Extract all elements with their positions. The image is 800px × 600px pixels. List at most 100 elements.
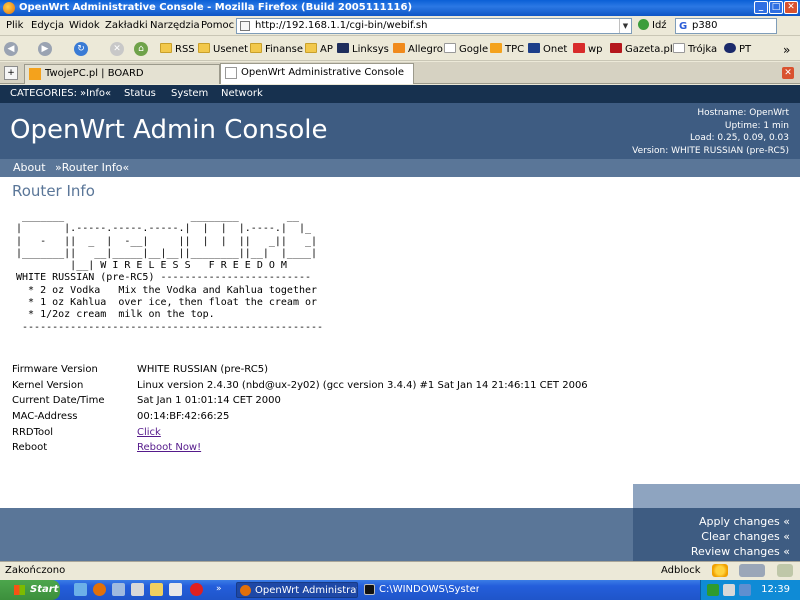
- category-system[interactable]: System: [171, 85, 208, 103]
- tpc-icon: [490, 43, 502, 53]
- tray-monitor-icon[interactable]: [739, 584, 751, 596]
- pt-icon: [724, 43, 736, 53]
- maximize-button[interactable]: □: [769, 1, 783, 14]
- status-text: Zakończono: [5, 565, 66, 576]
- clear-changes-link[interactable]: Clear changes «: [701, 530, 790, 543]
- quicklaunch-stop-icon[interactable]: [190, 583, 203, 596]
- start-label: Start: [30, 584, 59, 595]
- category-status[interactable]: Status: [124, 85, 156, 103]
- window-titlebar[interactable]: OpenWrt Administrative Console - Mozilla…: [0, 0, 800, 16]
- quicklaunch-tool-icon[interactable]: [131, 583, 144, 596]
- go-arrow-icon: [638, 19, 649, 30]
- close-tab-icon[interactable]: ✕: [782, 67, 794, 79]
- bookmark-wp[interactable]: wp: [573, 43, 603, 55]
- weather-sun-icon[interactable]: [712, 564, 728, 577]
- url-bar[interactable]: http://192.168.1.1/cgi-bin/webif.sh ▼: [236, 18, 632, 34]
- tab-label: OpenWrt Administrative Console: [241, 67, 405, 78]
- bookmark-rss[interactable]: RSS: [160, 43, 195, 55]
- bookmark-tpc[interactable]: TPC: [490, 43, 524, 55]
- window-controls: _ □ ✕: [753, 1, 798, 14]
- bookmark-ap[interactable]: AP: [305, 43, 333, 55]
- menu-plik[interactable]: Plik: [6, 20, 23, 31]
- reboot-link[interactable]: Reboot Now!: [137, 442, 201, 453]
- stop-icon[interactable]: ✕: [110, 42, 124, 56]
- bookmarks-overflow-icon[interactable]: »: [783, 43, 790, 57]
- category-info[interactable]: »Info«: [80, 85, 111, 103]
- go-label: Idź: [652, 20, 667, 31]
- window-title: OpenWrt Administrative Console - Mozilla…: [19, 2, 413, 13]
- tab-twojepc[interactable]: TwojePC.pl | BOARD: [24, 64, 220, 84]
- menu-zakladki[interactable]: Zakładki: [105, 20, 148, 31]
- tray-volume-icon[interactable]: [723, 584, 735, 596]
- row-label: Firmware Version: [12, 364, 98, 375]
- bookmark-gogle[interactable]: Gogle: [444, 43, 488, 55]
- openwrt-banner: _______ ________ __ | |.-----.-----.----…: [16, 211, 324, 333]
- uptime: Uptime: 1 min: [724, 120, 789, 131]
- car-icon[interactable]: [739, 564, 765, 577]
- system-tray: 12:39: [700, 580, 800, 600]
- quicklaunch-gear-icon[interactable]: [169, 583, 182, 596]
- go-button[interactable]: Idź: [638, 19, 667, 31]
- forward-icon[interactable]: ▶: [38, 42, 52, 56]
- menu-edycja[interactable]: Edycja: [31, 20, 64, 31]
- rrdtool-link[interactable]: Click: [137, 427, 161, 438]
- actions-panel: Apply changes « Clear changes « Review c…: [633, 484, 800, 561]
- folder-icon: [250, 43, 262, 53]
- subnav-router-info[interactable]: »Router Info«: [55, 159, 129, 177]
- home-icon[interactable]: ⌂: [134, 42, 148, 56]
- task-label: OpenWrt Administrati...: [255, 585, 357, 596]
- apply-changes-link[interactable]: Apply changes «: [699, 515, 790, 528]
- reload-icon[interactable]: ↻: [74, 42, 88, 56]
- bookmark-pt[interactable]: PT: [724, 43, 751, 55]
- bookmark-linksys[interactable]: Linksys: [337, 43, 389, 55]
- page-content: CATEGORIES: »Info« Status System Network…: [0, 85, 800, 561]
- bookmark-onet[interactable]: Onet: [528, 43, 567, 55]
- tab-label: TwojePC.pl | BOARD: [45, 68, 144, 79]
- subnav-about[interactable]: About: [13, 159, 46, 177]
- review-changes-link[interactable]: Review changes «: [691, 545, 790, 558]
- menu-widok[interactable]: Widok: [69, 20, 100, 31]
- quicklaunch-desktop-icon[interactable]: [74, 583, 87, 596]
- task-cmd[interactable]: C:\WINDOWS\System3...: [361, 582, 479, 598]
- onet-icon: [528, 43, 540, 53]
- menu-narzedzia[interactable]: Narzędzia: [150, 20, 200, 31]
- quicklaunch-firefox-icon[interactable]: [93, 583, 106, 596]
- category-network[interactable]: Network: [221, 85, 263, 103]
- tray-network-icon[interactable]: [707, 584, 719, 596]
- new-tab-icon[interactable]: +: [4, 66, 18, 80]
- menu-bar: Plik Edycja Widok Zakładki Narzędzia Pom…: [0, 16, 800, 36]
- actions-header: [633, 484, 800, 508]
- bookmark-gazeta[interactable]: Gazeta.pl: [610, 43, 673, 55]
- row-label: Kernel Version: [12, 379, 84, 391]
- page-icon: [240, 21, 250, 31]
- adblock-button[interactable]: Adblock: [661, 565, 701, 576]
- pen-icon[interactable]: [777, 564, 793, 577]
- categories-bar: CATEGORIES: »Info« Status System Network: [0, 85, 800, 103]
- bookmark-finanse[interactable]: Finanse: [250, 43, 303, 55]
- bookmark-trojka[interactable]: Trójka: [673, 43, 717, 55]
- minimize-button[interactable]: _: [754, 1, 768, 14]
- tab-openwrt[interactable]: OpenWrt Administrative Console: [220, 63, 414, 84]
- search-value: p380: [692, 20, 718, 31]
- task-firefox[interactable]: OpenWrt Administrati...: [236, 582, 358, 598]
- bookmark-allegro[interactable]: Allegro: [393, 43, 443, 55]
- quicklaunch-app-icon[interactable]: [112, 583, 125, 596]
- categories-label: CATEGORIES:: [10, 88, 78, 99]
- back-icon[interactable]: ◀: [4, 42, 18, 56]
- close-window-button[interactable]: ✕: [784, 1, 798, 14]
- folder-icon: [160, 43, 172, 53]
- host-info: Hostname: OpenWrt Uptime: 1 min Load: 0.…: [632, 107, 789, 157]
- status-bar: Zakończono Adblock: [0, 561, 800, 579]
- taskbar-overflow-icon[interactable]: »: [216, 584, 222, 594]
- sub-navigation: About »Router Info«: [0, 159, 800, 177]
- clock: 12:39: [761, 584, 790, 595]
- windows-taskbar: Start » OpenWrt Administrati... C:\WINDO…: [0, 580, 800, 600]
- search-input[interactable]: G p380: [675, 18, 777, 34]
- start-button[interactable]: Start: [0, 580, 60, 600]
- menu-pomoc[interactable]: Pomoc: [201, 20, 234, 31]
- linksys-icon: [337, 43, 349, 53]
- quicklaunch-folder-icon[interactable]: [150, 583, 163, 596]
- wp-icon: [573, 43, 585, 53]
- url-dropdown-icon[interactable]: ▼: [619, 19, 631, 33]
- bookmark-usenet[interactable]: Usenet: [198, 43, 248, 55]
